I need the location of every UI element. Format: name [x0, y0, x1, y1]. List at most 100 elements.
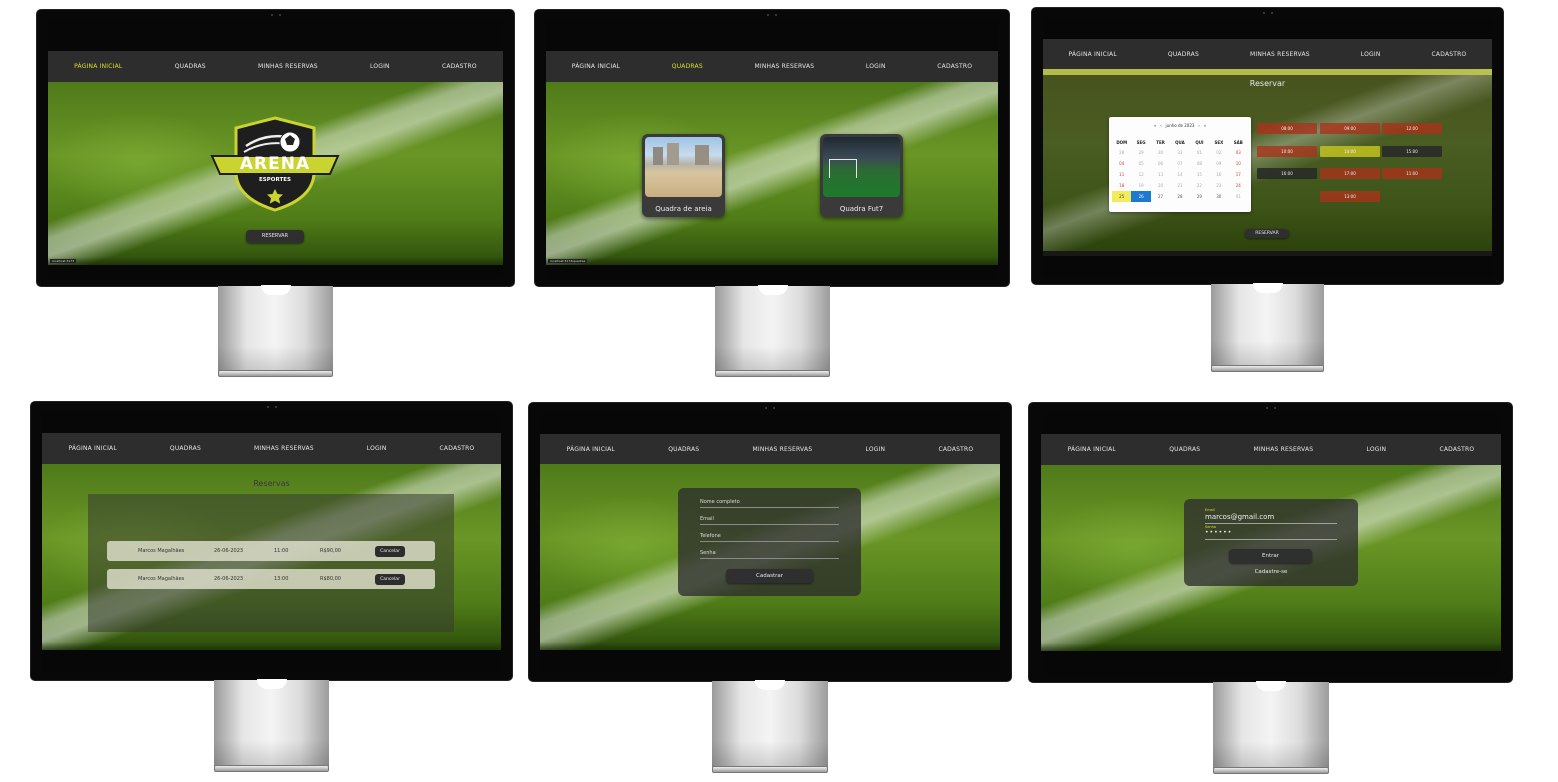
time-slot[interactable]: 17:00 — [1320, 168, 1380, 179]
cancel-button[interactable]: Cancelar — [375, 574, 405, 585]
nav-login[interactable]: LOGIN — [1361, 51, 1381, 58]
signup-link[interactable]: Cadastre-se — [1184, 569, 1358, 575]
calendar-day[interactable]: 17 — [1229, 169, 1248, 180]
time-slot[interactable]: 10:00 — [1257, 146, 1317, 157]
nav-my-reservations[interactable]: MINHAS RESERVAS — [1250, 51, 1310, 58]
nav-courts[interactable]: QUADRAS — [668, 446, 699, 453]
time-slot[interactable]: 12:00 — [1382, 123, 1442, 134]
time-slot[interactable]: 15:00 — [1382, 146, 1442, 157]
time-slot[interactable]: 11:00 — [1382, 168, 1442, 179]
calendar-day[interactable]: 30 — [1209, 191, 1228, 202]
court-label: Quadra Fut7 — [839, 205, 884, 213]
nav-courts[interactable]: QUADRAS — [672, 63, 703, 70]
nav-my-reservations[interactable]: MINHAS RESERVAS — [754, 63, 814, 70]
nav-home[interactable]: PÁGINA INICIAL — [567, 446, 615, 453]
court-card-sand[interactable]: Quadra de areia — [642, 134, 725, 217]
calendar-day[interactable]: 31 — [1170, 147, 1189, 158]
calendar-day[interactable]: 08 — [1190, 158, 1209, 169]
time-slot[interactable]: 16:00 — [1257, 168, 1317, 179]
nav-login[interactable]: LOGIN — [866, 63, 886, 70]
calendar-day[interactable]: 24 — [1229, 180, 1248, 191]
calendar-day[interactable]: 28 — [1170, 191, 1189, 202]
calendar-day[interactable]: 28 — [1112, 147, 1131, 158]
calendar-day[interactable]: 22 — [1190, 180, 1209, 191]
calendar-day[interactable]: 29 — [1190, 191, 1209, 202]
calendar-day-selected[interactable]: 26 — [1131, 191, 1151, 202]
calendar-day[interactable]: 12 — [1131, 169, 1150, 180]
nav-login[interactable]: LOGIN — [370, 63, 390, 70]
reserve-button[interactable]: RESERVAR — [1245, 229, 1289, 238]
calendar-day[interactable]: 18 — [1112, 180, 1131, 191]
nav-home[interactable]: PÁGINA INICIAL — [1069, 51, 1117, 58]
nav-my-reservations[interactable]: MINHAS RESERVAS — [254, 445, 314, 452]
nav-signup[interactable]: CADASTRO — [1439, 446, 1474, 453]
calendar-day[interactable]: 05 — [1131, 158, 1150, 169]
calendar-next-month-icon[interactable]: › — [1198, 123, 1200, 128]
nav-home[interactable]: PÁGINA INICIAL — [1068, 446, 1116, 453]
nav-home[interactable]: PÁGINA INICIAL — [572, 63, 620, 70]
calendar-day[interactable]: 02 — [1209, 147, 1228, 158]
calendar-day[interactable]: 07 — [1170, 158, 1189, 169]
login-submit-button[interactable]: Entrar — [1229, 549, 1312, 563]
calendar-day[interactable]: 27 — [1151, 191, 1170, 202]
calendar-prev-month-icon[interactable]: ‹ — [1160, 123, 1162, 128]
calendar-day[interactable]: 21 — [1170, 180, 1189, 191]
weekday-label: SEG — [1136, 139, 1146, 145]
calendar-day[interactable]: 10 — [1229, 158, 1248, 169]
calendar-day[interactable]: 20 — [1151, 180, 1170, 191]
signup-submit-button[interactable]: Cadastrar — [726, 569, 813, 583]
calendar-day[interactable]: 29 — [1131, 147, 1150, 158]
nav-home[interactable]: PÁGINA INICIAL — [69, 445, 117, 452]
time-slot[interactable]: 09:00 — [1320, 123, 1380, 134]
full-name-field[interactable]: Nome completo — [700, 494, 839, 508]
nav-my-reservations[interactable]: MINHAS RESERVAS — [1253, 446, 1313, 453]
calendar-day[interactable]: 09 — [1209, 158, 1228, 169]
time-slot[interactable]: 08:00 — [1257, 123, 1317, 134]
calendar-day[interactable]: 19 — [1131, 180, 1150, 191]
cancel-button[interactable]: Cancelar — [375, 546, 405, 557]
calendar-day[interactable]: 06 — [1151, 158, 1170, 169]
calendar-day[interactable]: 01 — [1190, 147, 1209, 158]
calendar-day[interactable]: 15 — [1190, 169, 1209, 180]
nav-signup[interactable]: CADASTRO — [937, 63, 972, 70]
calendar-next-year-icon[interactable]: » — [1204, 123, 1206, 128]
monitor-booking: PÁGINA INICIAL QUADRAS MINHAS RESERVAS L… — [1032, 8, 1503, 284]
reservation-row: Marcos Magalhães 26-06-2023 13:00 R$80,0… — [107, 569, 435, 589]
nav-login[interactable]: LOGIN — [367, 445, 387, 452]
nav-login[interactable]: LOGIN — [1366, 446, 1386, 453]
calendar-day[interactable]: 11 — [1112, 169, 1131, 180]
time-slot[interactable]: 13:00 — [1320, 191, 1380, 202]
email-field[interactable]: Email — [700, 511, 839, 525]
nav-signup[interactable]: CADASTRO — [938, 446, 973, 453]
phone-field[interactable]: Telefone — [700, 528, 839, 542]
nav-courts[interactable]: QUADRAS — [1169, 446, 1200, 453]
nav-courts[interactable]: QUADRAS — [175, 63, 206, 70]
nav-signup[interactable]: CADASTRO — [1432, 51, 1467, 58]
calendar-day[interactable]: 13 — [1151, 169, 1170, 180]
nav-courts[interactable]: QUADRAS — [170, 445, 201, 452]
hero-background: Email marcos@gmail.com Senha •••••• Entr… — [1041, 465, 1501, 651]
nav-home[interactable]: PÁGINA INICIAL — [74, 63, 122, 70]
calendar-prev-year-icon[interactable]: « — [1154, 123, 1156, 128]
calendar-day[interactable]: 04 — [1112, 158, 1131, 169]
court-card-fut7[interactable]: Quadra Fut7 — [820, 134, 903, 217]
password-input[interactable]: •••••• — [1205, 529, 1337, 540]
password-field[interactable]: Senha — [700, 545, 839, 559]
nav-login[interactable]: LOGIN — [865, 446, 885, 453]
nav-signup[interactable]: CADASTRO — [440, 445, 475, 452]
email-input[interactable]: marcos@gmail.com — [1205, 513, 1337, 524]
calendar-day[interactable]: 16 — [1209, 169, 1228, 180]
calendar-day[interactable]: 14 — [1170, 169, 1189, 180]
page-title: Reservar — [1249, 79, 1286, 88]
calendar-day-today[interactable]: 25 — [1112, 191, 1132, 202]
nav-my-reservations[interactable]: MINHAS RESERVAS — [752, 446, 812, 453]
nav-my-reservations[interactable]: MINHAS RESERVAS — [258, 63, 318, 70]
nav-courts[interactable]: QUADRAS — [1168, 51, 1199, 58]
time-slot-selected[interactable]: 14:00 — [1320, 146, 1380, 157]
reserve-button[interactable]: RESERVAR — [246, 230, 304, 243]
calendar-day[interactable]: 30 — [1151, 147, 1170, 158]
nav-signup[interactable]: CADASTRO — [442, 63, 477, 70]
calendar-day[interactable]: 23 — [1209, 180, 1228, 191]
calendar-day[interactable]: 03 — [1229, 147, 1248, 158]
calendar-day[interactable]: 01 — [1229, 191, 1248, 202]
